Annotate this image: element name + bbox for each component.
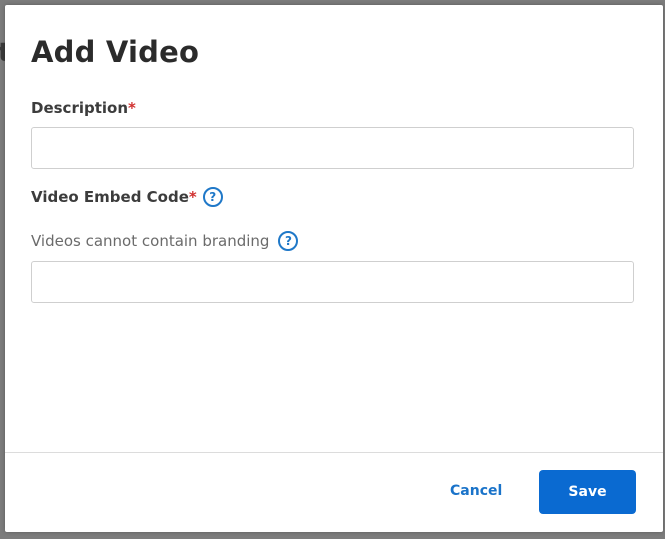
question-circle-icon[interactable]: ? <box>278 231 299 251</box>
branding-hint-text: Videos cannot contain branding <box>31 232 270 250</box>
save-button[interactable]: Save <box>539 470 636 514</box>
embed-code-label-text: Video Embed Code <box>31 188 189 206</box>
footer-divider <box>5 452 663 453</box>
question-circle-icon[interactable]: ? <box>202 187 223 207</box>
embed-code-input[interactable] <box>31 261 634 303</box>
add-video-dialog: Add Video Description * Video Embed Code *… <box>5 5 663 532</box>
description-input[interactable] <box>31 127 634 169</box>
dialog-title: Add Video <box>31 35 200 69</box>
branding-hint: Videos cannot contain branding ? <box>31 231 299 251</box>
embed-code-label: Video Embed Code * ? <box>31 187 223 207</box>
description-label: Description * <box>31 98 136 118</box>
cancel-button[interactable]: Cancel <box>450 481 502 501</box>
required-marker: * <box>188 188 197 206</box>
description-label-text: Description <box>31 99 129 117</box>
required-marker: * <box>128 99 136 117</box>
